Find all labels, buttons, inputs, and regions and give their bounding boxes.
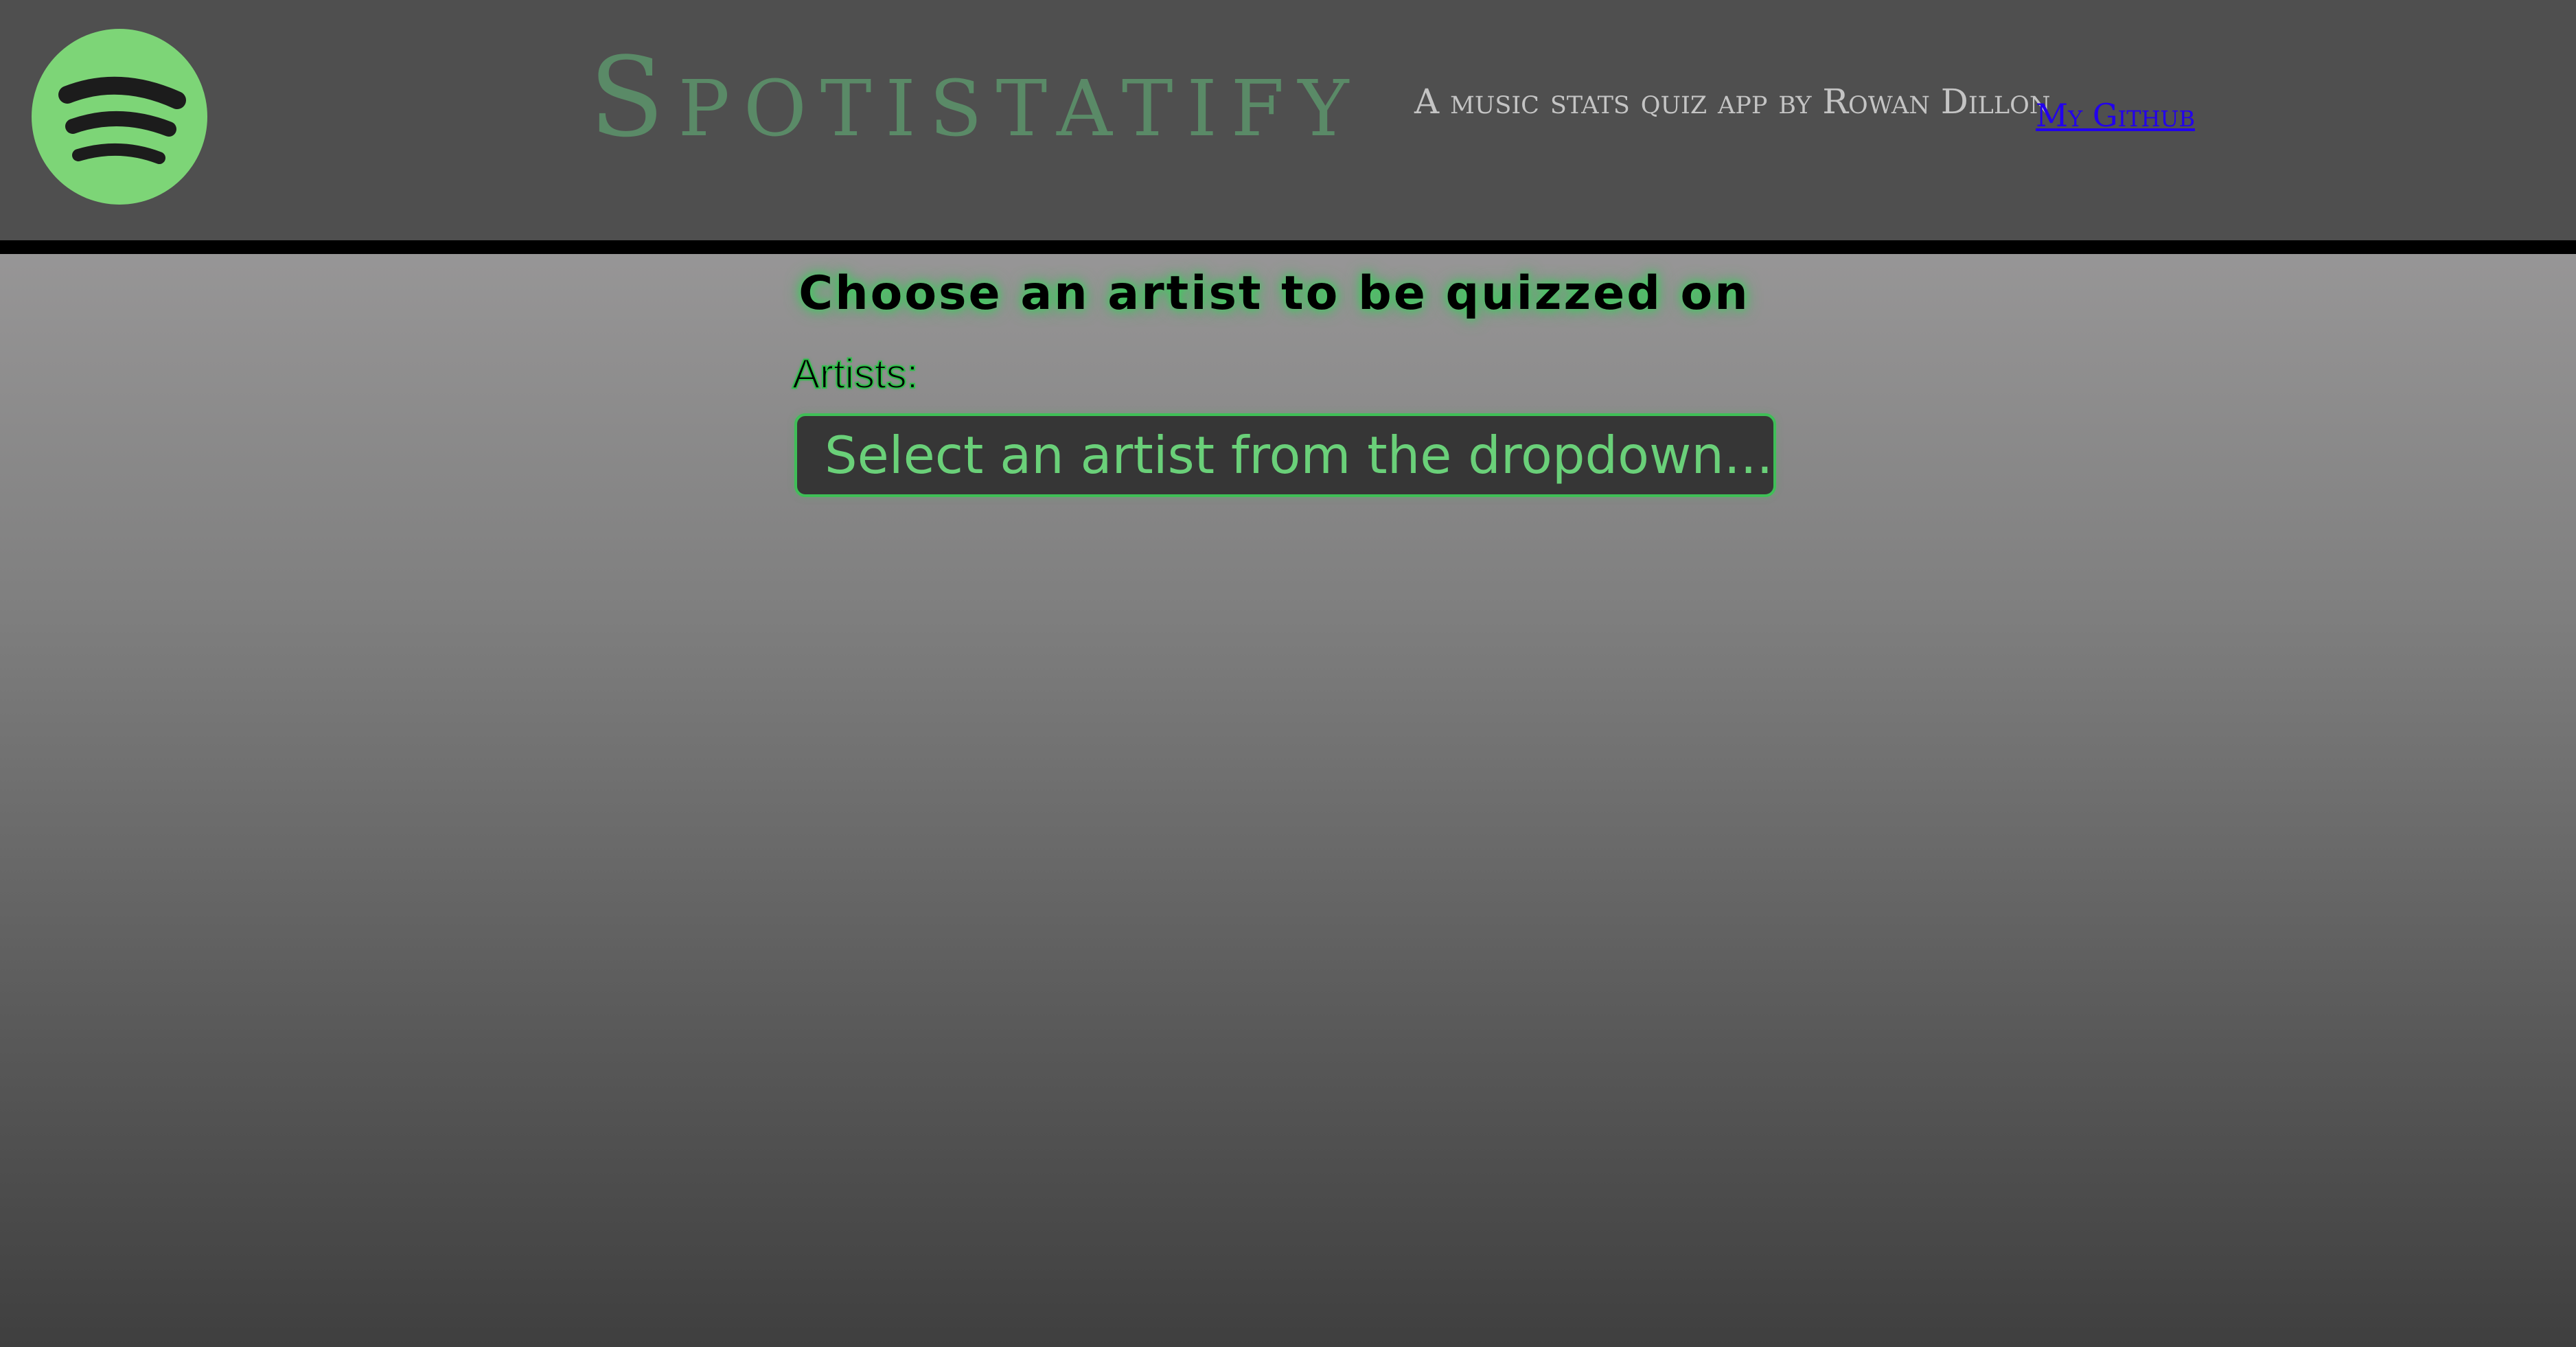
app-subtitle: A music stats quiz app by Rowan Dillon bbox=[1414, 82, 2051, 122]
github-link[interactable]: My Github bbox=[2036, 95, 2195, 136]
artist-select[interactable]: Select an artist from the dropdown... bbox=[794, 413, 1776, 497]
artists-label: Artists: bbox=[792, 350, 919, 398]
artist-select-placeholder: Select an artist from the dropdown... bbox=[825, 425, 1773, 485]
app-title: Spotistatify bbox=[589, 33, 1363, 161]
spotify-logo-icon bbox=[32, 29, 207, 205]
page-heading: Choose an artist to be quizzed on bbox=[798, 266, 1750, 321]
app-header: Spotistatify A music stats quiz app by R… bbox=[0, 0, 2576, 240]
header-divider bbox=[0, 240, 2576, 254]
